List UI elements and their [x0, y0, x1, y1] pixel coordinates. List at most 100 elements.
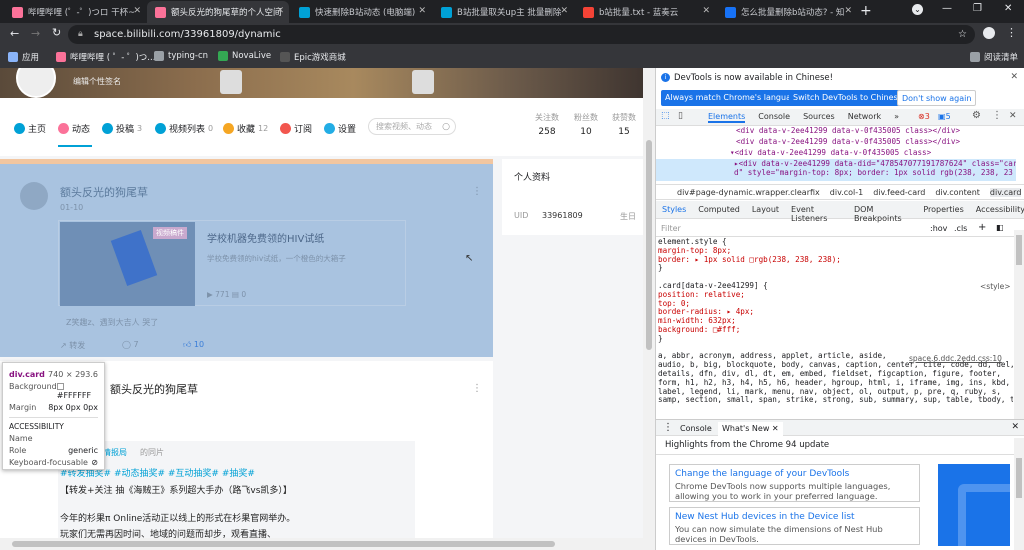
- breadcrumb-item[interactable]: div.col-1: [830, 188, 863, 197]
- avatar[interactable]: [16, 68, 56, 98]
- nav-dynamic[interactable]: 动态: [58, 122, 90, 135]
- scrollbar-thumb[interactable]: [1016, 235, 1022, 265]
- filter-input[interactable]: Filter: [661, 224, 681, 233]
- css-line[interactable]: border: ▸ 1px solid □rgb(238, 238, 238);: [658, 255, 1013, 265]
- source-user[interactable]: 情报局: [103, 447, 127, 458]
- more-menu-icon[interactable]: ⋮: [992, 110, 1002, 121]
- tab-unfollow[interactable]: B站批量取关up主 批量删除 ✕: [433, 1, 573, 23]
- video-embed[interactable]: 视频稿件 学校机器免费领的HIV试纸 学校免费领的hiv试纸，一个橙色的大箱子 …: [58, 220, 406, 306]
- forward-button[interactable]: ↗ 转发: [60, 340, 85, 351]
- bookmark-novalive[interactable]: NovaLive: [218, 51, 271, 61]
- close-icon[interactable]: ✕: [1011, 422, 1019, 432]
- news-title[interactable]: New Nest Hub devices in the Device list: [675, 512, 914, 522]
- inspect-element-icon[interactable]: ⬚: [661, 111, 670, 121]
- more-tabs-button[interactable]: »: [894, 112, 899, 123]
- dom-line-selected[interactable]: ▸<div data-v-2ee41299 data-did="47854707…: [656, 159, 1016, 181]
- dom-line[interactable]: ▾<div data-v-2ee41299 data-v-0f435005 cl…: [730, 148, 931, 157]
- avatar[interactable]: [20, 182, 48, 210]
- breadcrumb-item[interactable]: div.content: [935, 188, 980, 197]
- bookmark-apps[interactable]: 应用: [8, 51, 39, 63]
- card-author[interactable]: 额头反光的狗尾草: [110, 381, 198, 397]
- comment-button[interactable]: ◯ 7: [122, 340, 139, 349]
- device-toolbar-icon[interactable]: ▯: [678, 111, 683, 121]
- nav-favorites[interactable]: 收藏 12: [223, 122, 268, 135]
- drawer-tab-console[interactable]: Console: [680, 424, 712, 433]
- nav-video-list[interactable]: 视频列表 0: [155, 122, 213, 135]
- close-icon[interactable]: ✕: [133, 6, 141, 16]
- nav-uploads[interactable]: 投稿 3: [102, 122, 142, 135]
- news-card[interactable]: Change the language of your DevTools Chr…: [669, 464, 920, 502]
- match-language-button[interactable]: Always match Chrome's language: [661, 90, 805, 106]
- dom-line[interactable]: <div data-v-2ee41299 data-v-0f435005 cla…: [736, 126, 960, 135]
- signature-text[interactable]: 编辑个性签名: [73, 76, 121, 87]
- nav-home[interactable]: 主页: [14, 122, 46, 135]
- back-arrow-icon[interactable]: ←: [10, 27, 19, 40]
- bookmark-epic[interactable]: Epic游戏商城: [280, 51, 346, 63]
- drawer-menu-icon[interactable]: ⋮: [663, 422, 673, 433]
- tab-sources[interactable]: Sources: [803, 112, 835, 123]
- stat-following[interactable]: 关注数 258: [532, 112, 562, 137]
- bookmark-star-icon[interactable]: ☆: [958, 25, 967, 44]
- tab-delete-dynamic[interactable]: 快速删除B站动态 (电脑端) ✕: [291, 1, 431, 23]
- tab-zhihu[interactable]: 怎么批量删除b站动态? - 知 ✕: [717, 1, 857, 23]
- scrollbar-thumb[interactable]: [1016, 458, 1022, 498]
- dont-show-button[interactable]: Don't show again: [897, 90, 977, 106]
- page-horizontal-scrollbar[interactable]: [0, 538, 643, 550]
- tab-network[interactable]: Network: [848, 112, 881, 123]
- close-icon[interactable]: ✕: [418, 6, 426, 16]
- space-search-input[interactable]: 搜索视频、动态 ○: [368, 118, 456, 135]
- profile-avatar-icon[interactable]: [983, 27, 995, 39]
- reading-list[interactable]: 阅读清单: [970, 51, 1018, 63]
- bookmark-bilibili[interactable]: 哔哩哔哩 ( ゜- ゜)つ...: [56, 51, 155, 63]
- close-icon[interactable]: ✕: [560, 6, 568, 16]
- forward-arrow-icon[interactable]: →: [31, 27, 40, 40]
- add-rule-icon[interactable]: +: [978, 222, 986, 233]
- tab-lanzou[interactable]: b站批量.txt - 蓝奏云 ✕: [575, 1, 715, 23]
- css-line[interactable]: position: relative;: [658, 290, 1013, 300]
- css-line[interactable]: background: □#fff;: [658, 325, 1013, 335]
- like-button[interactable]: 👍︎ 10: [183, 340, 204, 350]
- tab-user-space[interactable]: 额头反光的狗尾草的个人空间 ✕: [147, 1, 289, 23]
- css-line[interactable]: samp, section, small, span, strike, stro…: [658, 396, 1013, 405]
- warning-count[interactable]: ▣5: [938, 112, 951, 121]
- more-menu-icon[interactable]: ⋮: [1006, 26, 1017, 39]
- page-vertical-scrollbar[interactable]: [643, 68, 655, 550]
- nav-settings[interactable]: 设置: [324, 122, 356, 135]
- drawer-scrollbar[interactable]: [1014, 438, 1024, 550]
- stat-followers[interactable]: 粉丝数 10: [571, 112, 601, 137]
- close-icon[interactable]: ✕: [702, 6, 710, 16]
- drawer-tab-whats-new[interactable]: What's New ✕: [718, 422, 783, 437]
- close-icon[interactable]: ✕: [1009, 111, 1017, 121]
- close-icon[interactable]: ✕: [1010, 72, 1018, 82]
- styles-scrollbar[interactable]: [1014, 230, 1024, 420]
- more-options-icon[interactable]: ⋮: [472, 186, 482, 197]
- nav-subscribe[interactable]: 订阅: [280, 122, 312, 135]
- css-source-link[interactable]: space.6.ddc.2edd.css:10: [909, 354, 1002, 363]
- address-bar[interactable]: 🔒︎ space.bilibili.com/33961809/dynamic ☆: [68, 25, 975, 44]
- sidebar-toggle-icon[interactable]: ◧: [996, 223, 1004, 232]
- more-options-icon[interactable]: ⋮: [472, 383, 482, 394]
- news-title[interactable]: Change the language of your DevTools: [675, 469, 914, 479]
- bookmark-typing-cn[interactable]: typing-cn: [154, 51, 208, 61]
- close-window-button[interactable]: ✕: [1004, 3, 1012, 14]
- breadcrumb-item[interactable]: div.feed-card: [873, 188, 925, 197]
- dom-line[interactable]: <div data-v-2ee41299 data-v-0f435005 cla…: [736, 137, 960, 146]
- tab-elements[interactable]: Elements: [708, 112, 746, 123]
- gear-icon[interactable]: ⚙: [972, 110, 981, 121]
- breadcrumb-item[interactable]: div.card: [989, 188, 1022, 197]
- video-title[interactable]: 学校机器免费领的HIV试纸: [207, 230, 324, 245]
- tab-bilibili-home[interactable]: 哔哩哔哩 (゜-゜)つロ 干杯~ ✕: [4, 1, 146, 23]
- maximize-button[interactable]: ❐: [973, 3, 982, 14]
- close-icon[interactable]: ✕: [276, 6, 284, 16]
- cls-toggle[interactable]: .cls: [954, 224, 967, 233]
- news-card[interactable]: New Nest Hub devices in the Device list …: [669, 507, 920, 545]
- error-count[interactable]: ⊗3: [918, 112, 930, 121]
- hov-toggle[interactable]: :hov: [930, 224, 947, 233]
- switch-chinese-button[interactable]: Switch DevTools to Chinese: [789, 90, 907, 106]
- reload-icon[interactable]: ↻: [52, 26, 61, 39]
- scrollbar-thumb[interactable]: [12, 541, 555, 547]
- new-tab-button[interactable]: +: [860, 3, 872, 19]
- tab-search-icon[interactable]: ⌄: [912, 4, 923, 15]
- minimize-button[interactable]: —: [942, 3, 952, 14]
- scrollbar-thumb[interactable]: [646, 140, 652, 350]
